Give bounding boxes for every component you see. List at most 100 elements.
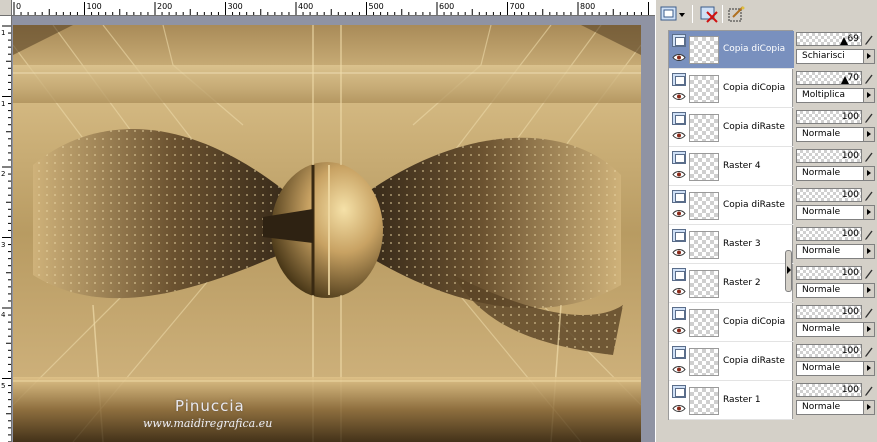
layer-row[interactable]: Copia diCopia: [669, 304, 794, 342]
layer-name: Copia diCopia: [723, 83, 786, 93]
layer-properties-row: 100 Normale: [794, 381, 877, 419]
blend-mode-select[interactable]: Normale: [796, 322, 875, 337]
watermark-url: www.maidiregrafica.eu: [143, 417, 273, 430]
image-canvas[interactable]: Pinuccia www.maidiregrafica.eu: [13, 25, 641, 442]
raster-layer-icon: [672, 151, 686, 164]
visibility-eye-icon[interactable]: [672, 248, 686, 257]
dropdown-arrow-icon: [863, 128, 874, 141]
opacity-slider[interactable]: 100: [796, 110, 862, 124]
layer-name: Raster 3: [723, 239, 761, 249]
blend-mode-select[interactable]: Moltiplica: [796, 88, 875, 103]
layer-properties-row: 100 Normale: [794, 108, 877, 146]
mask-button[interactable]: [726, 4, 748, 24]
layer-name: Raster 4: [723, 161, 761, 171]
layer-list: Copia diCopia Copia diCopia Copia diRaste R…: [668, 30, 794, 420]
opacity-slider[interactable]: 100: [796, 149, 862, 163]
visibility-eye-icon[interactable]: [672, 92, 686, 101]
opacity-slider[interactable]: 69: [796, 32, 862, 46]
opacity-slider[interactable]: 100: [796, 383, 862, 397]
ruler-label: 3: [1, 240, 6, 249]
layer-name: Copia diCopia: [723, 44, 786, 54]
visibility-eye-icon[interactable]: [672, 131, 686, 140]
layer-row[interactable]: Raster 3: [669, 226, 794, 264]
layer-properties-row: 100 Normale: [794, 303, 877, 341]
edit-pencil-icon[interactable]: [864, 346, 874, 358]
blend-mode-value: Normale: [802, 168, 841, 178]
delete-layer-button[interactable]: [698, 4, 720, 24]
blend-mode-select[interactable]: Normale: [796, 244, 875, 259]
edit-pencil-icon[interactable]: [864, 190, 874, 202]
layer-thumbnail: [689, 231, 719, 259]
ruler-label: 400: [298, 2, 314, 11]
paint-shop-app: 0100200300400500600700800 1123456: [0, 0, 877, 442]
raster-layer-icon: [672, 190, 686, 203]
blend-mode-select[interactable]: Normale: [796, 127, 875, 142]
visibility-eye-icon[interactable]: [672, 404, 686, 413]
edit-pencil-icon[interactable]: [864, 112, 874, 124]
ruler-label: 800: [580, 2, 596, 11]
raster-layer-icon: [672, 112, 686, 125]
layer-row[interactable]: Copia diCopia: [669, 70, 794, 108]
edit-pencil-icon[interactable]: [864, 307, 874, 319]
canvas-scroll-gutter: [641, 16, 655, 442]
delete-layer-icon: [700, 6, 718, 23]
ruler-label: 100: [86, 2, 102, 11]
opacity-slider[interactable]: 100: [796, 188, 862, 202]
layer-row[interactable]: Copia diRaste: [669, 109, 794, 147]
ruler-label: 200: [157, 2, 173, 11]
ruler-corner: [0, 0, 12, 16]
opacity-slider[interactable]: 100: [796, 305, 862, 319]
layer-properties-list: 69 Schiarisci 70 Moltiplica 100 Normale 100 Nor…: [794, 30, 877, 442]
opacity-value: 100: [841, 151, 859, 161]
visibility-eye-icon[interactable]: [672, 287, 686, 296]
visibility-eye-icon[interactable]: [672, 209, 686, 218]
visibility-eye-icon[interactable]: [672, 365, 686, 374]
visibility-eye-icon[interactable]: [672, 53, 686, 62]
blend-mode-select[interactable]: Schiarisci: [796, 49, 875, 64]
new-raster-layer-button[interactable]: [660, 4, 686, 24]
blend-mode-value: Normale: [802, 129, 841, 139]
blend-mode-select[interactable]: Normale: [796, 400, 875, 415]
edit-pencil-icon[interactable]: [864, 73, 874, 85]
opacity-value: 69: [847, 34, 859, 44]
layer-row[interactable]: Raster 1: [669, 382, 794, 420]
layer-row[interactable]: Raster 4: [669, 148, 794, 186]
blend-mode-value: Normale: [802, 363, 841, 373]
opacity-slider[interactable]: 70: [796, 71, 862, 85]
blend-mode-select[interactable]: Normale: [796, 361, 875, 376]
layer-name: Copia diRaste: [723, 200, 785, 210]
edit-pencil-icon[interactable]: [864, 229, 874, 241]
ruler-vertical: 1123456: [0, 16, 12, 442]
raster-layer-icon: [672, 73, 686, 86]
ruler-label: 1: [1, 29, 6, 37]
opacity-value: 100: [841, 385, 859, 395]
visibility-eye-icon[interactable]: [672, 170, 686, 179]
opacity-slider[interactable]: 100: [796, 266, 862, 280]
raster-layer-icon: [672, 229, 686, 242]
blend-mode-select[interactable]: Normale: [796, 166, 875, 181]
blend-mode-select[interactable]: Normale: [796, 205, 875, 220]
blend-mode-value: Normale: [802, 402, 841, 412]
layer-thumbnail: [689, 153, 719, 181]
layer-properties-row: 100 Normale: [794, 225, 877, 263]
blend-mode-select[interactable]: Normale: [796, 283, 875, 298]
layer-row[interactable]: Copia diRaste: [669, 343, 794, 381]
layer-row[interactable]: Raster 2: [669, 265, 794, 303]
opacity-value: 70: [847, 73, 859, 83]
raster-layer-icon: [672, 34, 686, 47]
ruler-horizontal: 0 100 200 300 400 500 600 700 800: [0, 0, 655, 16]
raster-layer-icon: [672, 385, 686, 398]
edit-pencil-icon[interactable]: [864, 151, 874, 163]
layer-row[interactable]: Copia diRaste: [669, 187, 794, 225]
edit-pencil-icon[interactable]: [864, 34, 874, 46]
opacity-slider[interactable]: 100: [796, 344, 862, 358]
layer-thumbnail: [689, 270, 719, 298]
layer-row[interactable]: Copia diCopia: [669, 31, 794, 69]
dropdown-arrow-icon: [863, 167, 874, 180]
edit-pencil-icon[interactable]: [864, 385, 874, 397]
opacity-slider[interactable]: 100: [796, 227, 862, 241]
raster-layer-icon: [672, 268, 686, 281]
edit-pencil-icon[interactable]: [864, 268, 874, 280]
visibility-eye-icon[interactable]: [672, 326, 686, 335]
new-raster-layer-icon: [660, 6, 685, 21]
